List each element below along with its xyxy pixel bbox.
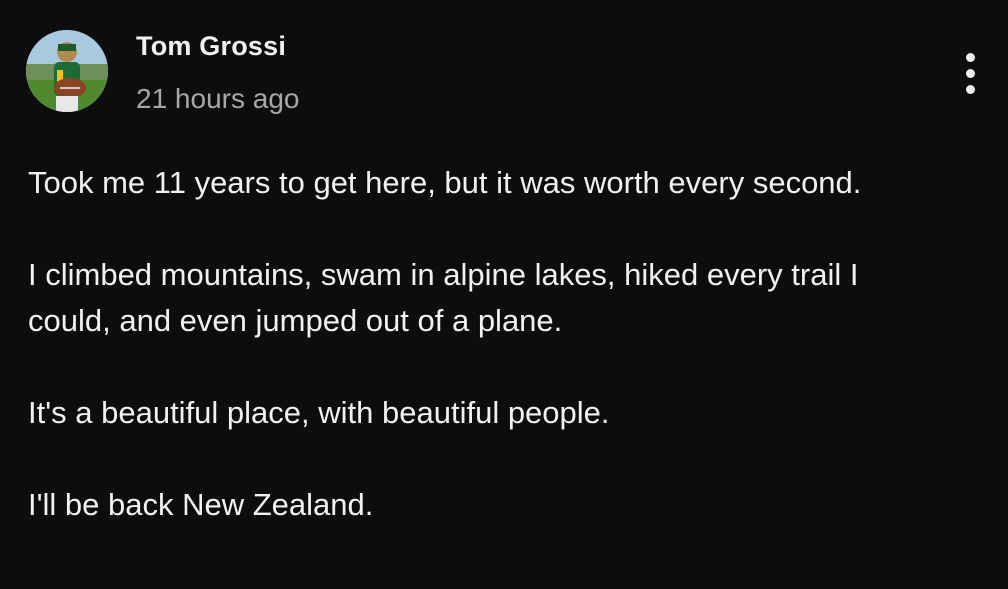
post-timestamp: 21 hours ago	[136, 83, 300, 114]
comment-paragraph: I climbed mountains, swam in alpine lake…	[28, 257, 859, 338]
avatar-photo	[26, 30, 108, 112]
comment-card: Tom Grossi 21 hours ago Took me 11 years…	[0, 0, 1008, 589]
comment-paragraph: I'll be back New Zealand.	[28, 487, 374, 522]
more-vert-icon-dot	[965, 68, 975, 78]
comment-body: Took me 11 years to get here, but it was…	[28, 160, 968, 574]
avatar[interactable]	[26, 30, 108, 112]
more-options-button[interactable]	[950, 46, 990, 100]
comment-paragraph: It's a beautiful place, with beautiful p…	[28, 395, 610, 430]
more-vert-icon-dot	[965, 84, 975, 94]
comment-paragraph: Took me 11 years to get here, but it was…	[28, 165, 862, 200]
more-vert-icon	[965, 52, 975, 62]
author-name[interactable]: Tom Grossi	[136, 31, 286, 62]
